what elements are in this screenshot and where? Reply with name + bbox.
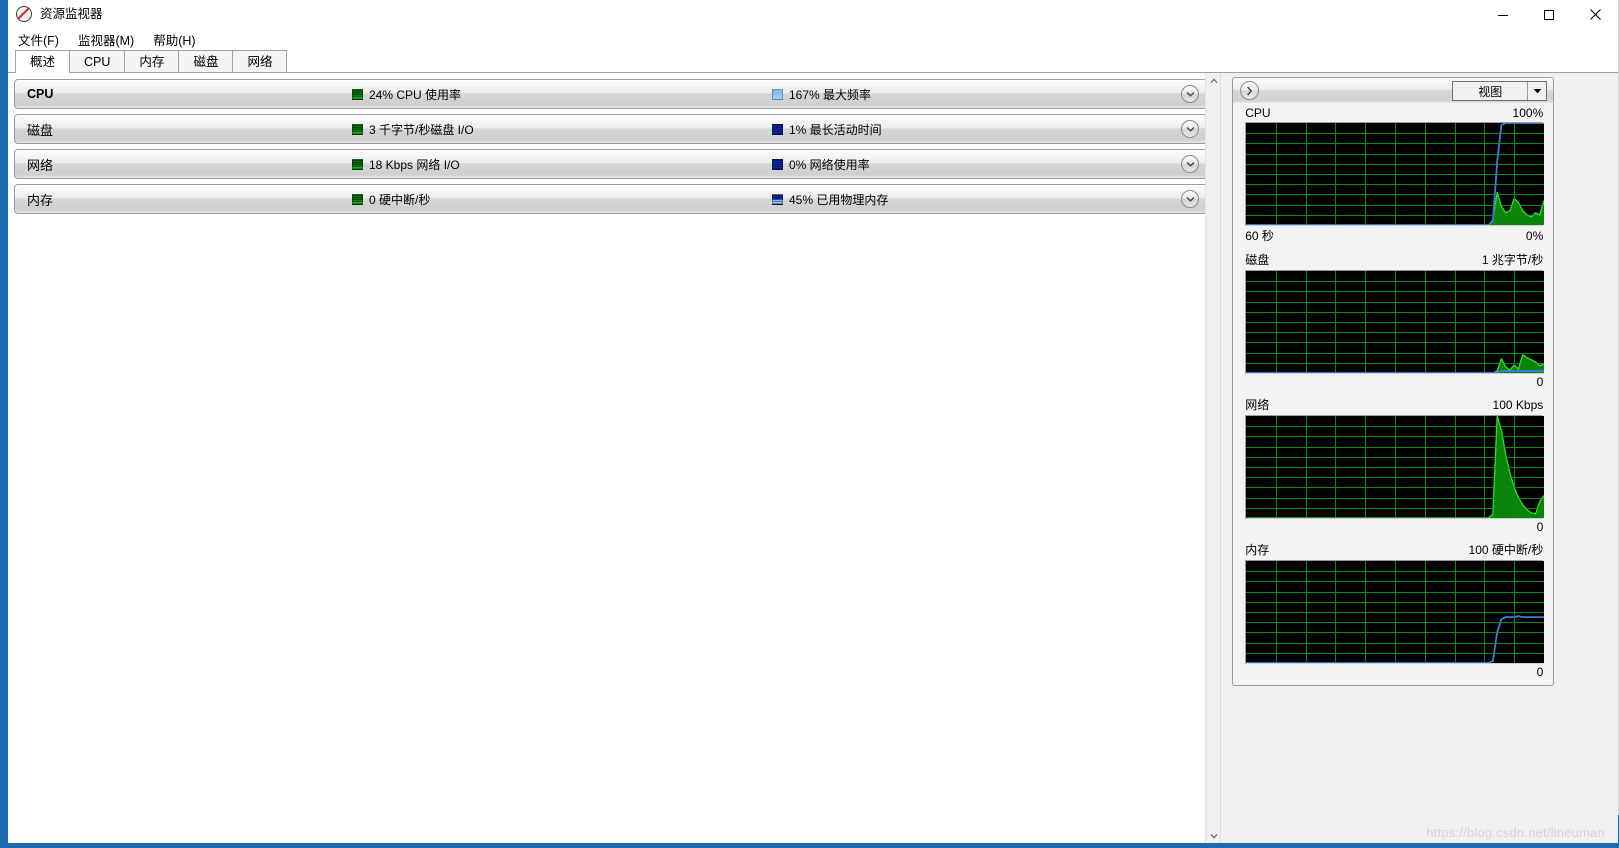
legend-swatch-green-icon [352,88,363,100]
graph-cpu-scale-max: 100% [1512,106,1544,120]
disk-active-metric: 1% 最长活动时间 [772,121,882,138]
network-io-metric: 18 Kbps 网络 I/O [352,156,460,173]
graph-memory-title: 内存 [1245,543,1270,557]
legend-swatch-blue-split-icon [772,193,783,205]
window-title: 资源监视器 [40,7,103,21]
graph-network-header: 网络 100 Kbps [1245,396,1543,415]
resource-row-cpu[interactable]: CPU 24% CPU 使用率 167% 最大频率 [14,79,1208,109]
expand-memory-button[interactable] [1181,190,1199,208]
graph-cpu-time-label: 60 秒 [1245,229,1274,243]
graph-disk: 磁盘 1 兆字节/秒 0 [1233,251,1553,389]
graph-cpu-canvas[interactable] [1245,122,1545,226]
graphs-toolbar: 视图 [1232,77,1555,103]
legend-swatch-green-icon [352,123,363,135]
graph-disk-header: 磁盘 1 兆字节/秒 [1245,251,1543,270]
overview-pane: CPU 24% CPU 使用率 167% 最大频率 磁盘 3 千字节/秒磁盘 I… [8,73,1222,843]
disk-io-text: 3 千字节/秒磁盘 I/O [369,122,474,137]
network-usage-metric: 0% 网络使用率 [772,156,870,173]
memory-used-text: 45% 已用物理内存 [789,192,889,207]
cpu-frequency-text: 167% 最大频率 [789,87,872,102]
legend-swatch-darkblue-icon [772,158,783,170]
menu-file[interactable]: 文件(F) [18,29,69,50]
resource-row-disk[interactable]: 磁盘 3 千字节/秒磁盘 I/O 1% 最长活动时间 [14,114,1208,144]
window-controls [1480,0,1618,29]
graph-memory-scale-min: 0 [1536,665,1544,679]
main-window: 资源监视器 文件(F) 监视器(M) 帮助(H) 概述 CPU 内存 磁盘 网络… [8,0,1619,843]
graph-disk-footer: 0 [1245,374,1544,389]
row-title-network: 网络 [27,157,54,173]
desktop-edge-left [0,0,8,848]
graph-disk-canvas[interactable] [1245,270,1545,374]
row-title-memory: 内存 [27,192,54,208]
tab-disk[interactable]: 磁盘 [178,50,234,72]
graph-cpu-title: CPU [1245,106,1271,120]
legend-swatch-green-icon [352,158,363,170]
cpu-frequency-metric: 167% 最大频率 [772,86,871,103]
graph-memory-header: 内存 100 硬中断/秒 [1245,541,1543,560]
graph-cpu-scale-min: 0% [1525,229,1544,243]
graph-cpu-footer: 60 秒 0% [1245,226,1543,244]
graph-network-footer: 0 [1245,519,1544,534]
disk-active-text: 1% 最长活动时间 [789,122,882,137]
resource-row-network[interactable]: 网络 18 Kbps 网络 I/O 0% 网络使用率 [14,149,1208,179]
graphs-container: 视图 CPU 100% 60 秒 0% 磁盘 1 兆字节/秒 0 网络 100 … [1232,77,1555,686]
memory-interrupts-text: 0 硬中断/秒 [369,192,431,207]
tab-strip: 概述 CPU 内存 磁盘 网络 [8,50,1618,73]
graph-memory-canvas[interactable] [1245,560,1545,664]
menu-monitor[interactable]: 监视器(M) [78,29,144,50]
view-dropdown[interactable]: 视图 [1452,81,1548,101]
graph-list: CPU 100% 60 秒 0% 磁盘 1 兆字节/秒 0 网络 100 Kbp… [1232,103,1555,686]
network-io-text: 18 Kbps 网络 I/O [369,157,460,172]
view-dropdown-label: 视图 [1478,84,1503,99]
graph-disk-title: 磁盘 [1245,253,1270,267]
legend-swatch-green-icon [352,193,363,205]
body-area: CPU 24% CPU 使用率 167% 最大频率 磁盘 3 千字节/秒磁盘 I… [8,73,1618,843]
tab-memory[interactable]: 内存 [124,50,180,72]
legend-swatch-lightblue-icon [772,88,783,100]
tab-cpu[interactable]: CPU [69,50,126,72]
tab-overview[interactable]: 概述 [15,50,71,73]
graph-cpu: CPU 100% 60 秒 0% [1233,106,1553,244]
graph-disk-scale-max: 1 兆字节/秒 [1481,253,1544,267]
cpu-usage-metric: 24% CPU 使用率 [352,86,461,103]
row-title-disk: 磁盘 [27,122,54,138]
memory-used-metric: 45% 已用物理内存 [772,191,888,208]
resource-monitor-window: 资源监视器 文件(F) 监视器(M) 帮助(H) 概述 CPU 内存 磁盘 网络… [0,0,1619,848]
resource-row-memory[interactable]: 内存 0 硬中断/秒 45% 已用物理内存 [14,184,1208,214]
scroll-down-arrow-icon[interactable] [1206,828,1222,843]
expand-cpu-button[interactable] [1181,85,1199,103]
graph-network: 网络 100 Kbps 0 [1233,396,1553,534]
title-bar: 资源监视器 [8,0,1618,29]
resource-rows: CPU 24% CPU 使用率 167% 最大频率 磁盘 3 千字节/秒磁盘 I… [8,73,1220,214]
resource-monitor-icon [16,6,32,22]
graph-disk-scale-min: 0 [1536,375,1544,389]
graph-network-scale-min: 0 [1536,520,1544,534]
cpu-usage-text: 24% CPU 使用率 [369,87,462,102]
scroll-up-arrow-icon[interactable] [1206,73,1222,88]
graph-network-scale-max: 100 Kbps [1492,398,1544,412]
overview-scrollbar[interactable] [1205,73,1222,843]
graph-network-canvas[interactable] [1245,415,1545,519]
legend-swatch-darkblue-icon [772,123,783,135]
expand-disk-button[interactable] [1181,120,1199,138]
graphs-pane: 视图 CPU 100% 60 秒 0% 磁盘 1 兆字节/秒 0 网络 100 … [1220,73,1618,843]
maximize-button[interactable] [1526,0,1572,29]
menu-help[interactable]: 帮助(H) [153,29,205,50]
row-title-cpu: CPU [27,87,54,101]
graph-memory-scale-max: 100 硬中断/秒 [1468,543,1544,557]
menu-bar: 文件(F) 监视器(M) 帮助(H) [8,29,1618,50]
graph-cpu-header: CPU 100% [1245,106,1543,122]
tab-network[interactable]: 网络 [232,50,288,72]
disk-io-metric: 3 千字节/秒磁盘 I/O [352,121,474,138]
close-button[interactable] [1572,0,1618,29]
graph-memory: 内存 100 硬中断/秒 0 [1233,541,1553,679]
graph-network-title: 网络 [1245,398,1270,412]
expand-network-button[interactable] [1181,155,1199,173]
graph-memory-footer: 0 [1245,664,1544,679]
minimize-button[interactable] [1480,0,1526,29]
chevron-down-icon[interactable] [1527,82,1547,100]
memory-interrupts-metric: 0 硬中断/秒 [352,191,430,208]
network-usage-text: 0% 网络使用率 [789,157,870,172]
chevron-right-icon[interactable] [1240,81,1260,100]
